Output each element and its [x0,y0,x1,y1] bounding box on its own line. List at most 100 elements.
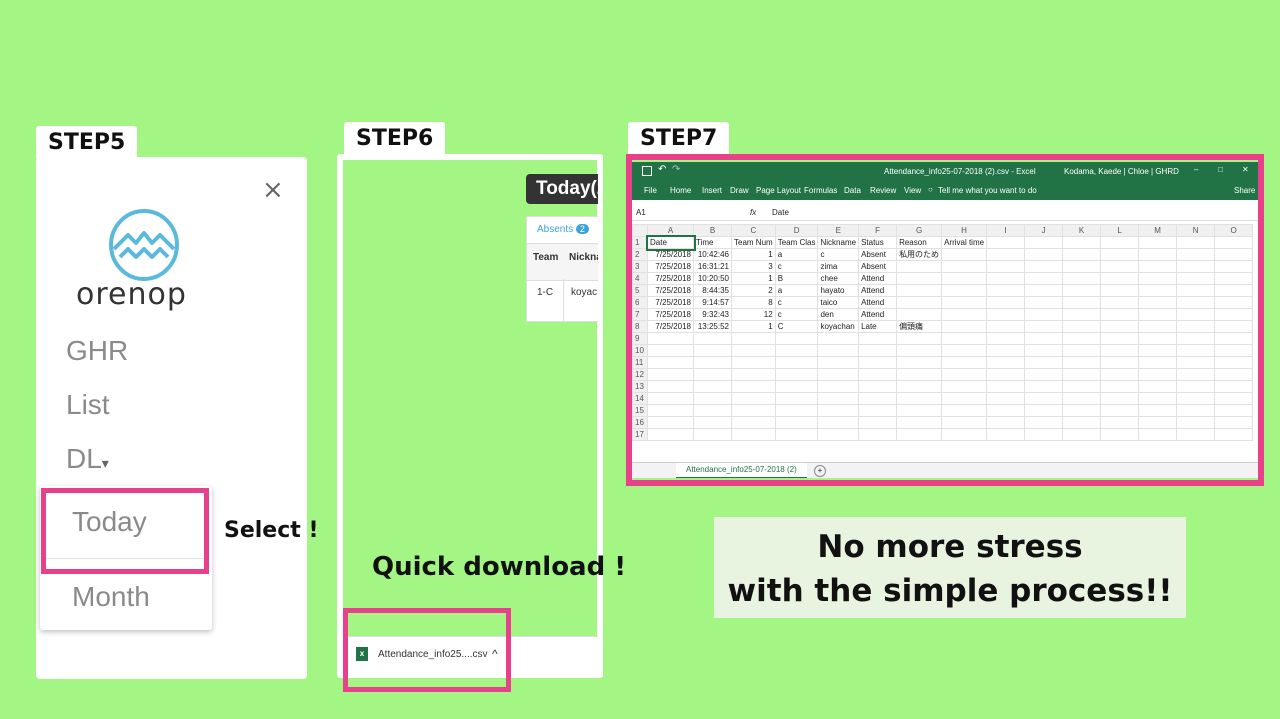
cell-j3[interactable] [1024,260,1064,273]
cell-k13[interactable] [1062,380,1102,393]
cell-j16[interactable] [1024,416,1064,429]
cell-h8[interactable] [941,320,988,333]
cell-l3[interactable] [1100,260,1140,273]
cell-o15[interactable] [1214,404,1254,417]
row-number[interactable]: 5 [632,284,648,297]
cell-m17[interactable] [1138,428,1178,441]
cell-e6[interactable]: taico [817,296,860,309]
cell-a5[interactable]: 7/25/2018 [647,284,694,297]
cell-c6[interactable]: 8 [731,296,776,309]
cell-c14[interactable] [731,392,776,405]
cell-f1[interactable]: Status [858,236,898,249]
cell-a8[interactable]: 7/25/2018 [647,320,694,333]
cell-k10[interactable] [1062,344,1102,357]
redo-icon[interactable]: ↷ [672,164,680,175]
cell-k4[interactable] [1062,272,1102,285]
cell-j7[interactable] [1024,308,1064,321]
cell-e3[interactable]: zima [817,260,860,273]
ribbon-review[interactable]: Review [870,186,896,195]
cell-c15[interactable] [731,404,776,417]
cell-n6[interactable] [1176,296,1216,309]
cell-e9[interactable] [817,332,860,345]
cell-c12[interactable] [731,368,776,381]
cell-m14[interactable] [1138,392,1178,405]
row-number[interactable]: 8 [632,320,648,333]
cell-m2[interactable] [1138,248,1178,261]
cell-c7[interactable]: 12 [731,308,776,321]
cell-m8[interactable] [1138,320,1178,333]
nav-ghr[interactable]: GHR [66,335,128,367]
column-header-b[interactable]: B [693,224,732,237]
cell-f17[interactable] [858,428,898,441]
row-number[interactable]: 13 [632,380,648,393]
cell-i3[interactable] [986,260,1026,273]
cell-m11[interactable] [1138,356,1178,369]
row-number[interactable]: 2 [632,248,648,261]
cell-l15[interactable] [1100,404,1140,417]
sheet-tab[interactable]: Attendance_info25-07-2018 (2) [676,463,807,478]
cell-h3[interactable] [941,260,988,273]
cell-l12[interactable] [1100,368,1140,381]
cell-b2[interactable]: 10:42:46 [693,248,732,261]
cell-b6[interactable]: 9:14:57 [693,296,732,309]
formula-input[interactable]: Date [772,208,789,217]
cell-g3[interactable] [896,260,943,273]
cell-m4[interactable] [1138,272,1178,285]
cell-i14[interactable] [986,392,1026,405]
cell-o7[interactable] [1214,308,1254,321]
cell-n17[interactable] [1176,428,1216,441]
cell-f8[interactable]: Late [858,320,898,333]
cell-c9[interactable] [731,332,776,345]
cell-n10[interactable] [1176,344,1216,357]
cell-a2[interactable]: 7/25/2018 [647,248,694,261]
cell-l5[interactable] [1100,284,1140,297]
cell-d1[interactable]: Team Clas [774,236,819,249]
cell-i16[interactable] [986,416,1026,429]
cell-k12[interactable] [1062,368,1102,381]
cell-l1[interactable] [1100,236,1140,249]
cell-f9[interactable] [858,332,898,345]
row-number[interactable]: 7 [632,308,648,321]
cell-l2[interactable] [1100,248,1140,261]
cell-c3[interactable]: 3 [731,260,776,273]
cell-h14[interactable] [941,392,988,405]
cell-a11[interactable] [647,356,694,369]
cell-h9[interactable] [941,332,988,345]
cell-e7[interactable]: den [817,308,860,321]
cell-j11[interactable] [1024,356,1064,369]
cell-h13[interactable] [941,380,988,393]
cell-i2[interactable] [986,248,1026,261]
cell-d11[interactable] [774,356,819,369]
cell-d7[interactable]: c [774,308,819,321]
cell-a3[interactable]: 7/25/2018 [647,260,694,273]
cell-a16[interactable] [647,416,694,429]
cell-d2[interactable]: a [774,248,819,261]
cell-c5[interactable]: 2 [731,284,776,297]
cell-o16[interactable] [1214,416,1254,429]
cell-o17[interactable] [1214,428,1254,441]
cell-g11[interactable] [896,356,943,369]
cell-a12[interactable] [647,368,694,381]
column-header-d[interactable]: D [774,224,819,237]
cell-i1[interactable] [986,236,1026,249]
cell-l4[interactable] [1100,272,1140,285]
cell-d8[interactable]: C [774,320,819,333]
cell-d5[interactable]: a [774,284,819,297]
cell-b4[interactable]: 10:20:50 [693,272,732,285]
cell-n5[interactable] [1176,284,1216,297]
column-header-m[interactable]: M [1138,224,1178,237]
cell-g14[interactable] [896,392,943,405]
column-header-c[interactable]: C [731,224,776,237]
tell-me-input[interactable]: Tell me what you want to do [938,186,1037,195]
cell-j14[interactable] [1024,392,1064,405]
cell-k16[interactable] [1062,416,1102,429]
ribbon-page-layout[interactable]: Page Layout [756,186,801,195]
cell-g12[interactable] [896,368,943,381]
cell-l17[interactable] [1100,428,1140,441]
cell-g17[interactable] [896,428,943,441]
cell-b3[interactable]: 16:31:21 [693,260,732,273]
cell-o11[interactable] [1214,356,1254,369]
column-header-g[interactable]: G [896,224,943,237]
row-number[interactable]: 16 [632,416,648,429]
cell-i12[interactable] [986,368,1026,381]
